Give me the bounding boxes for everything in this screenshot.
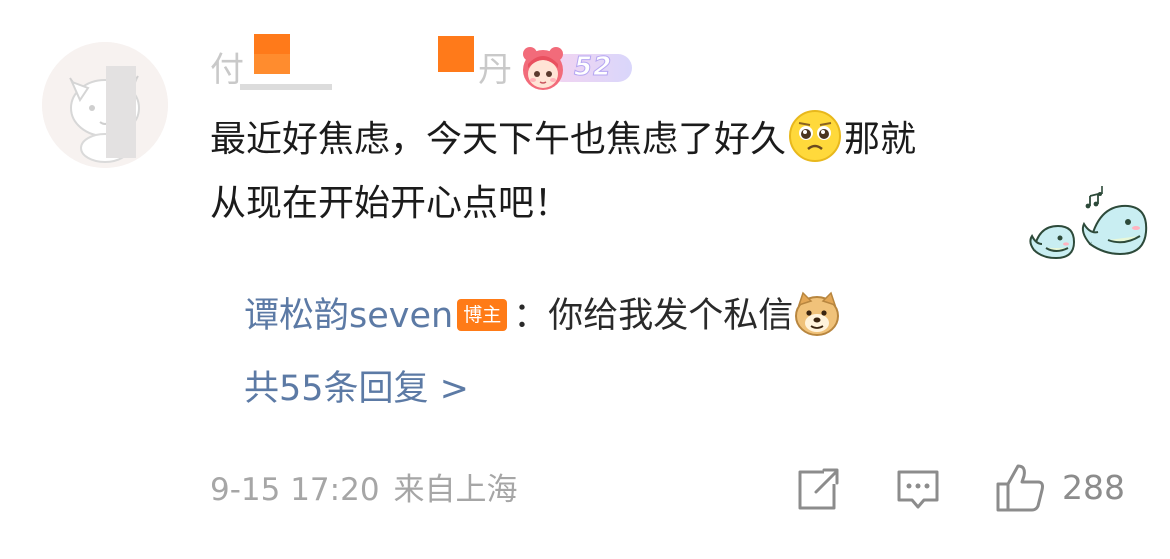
reply-author-link[interactable]: 谭松韵seven — [244, 296, 453, 336]
crying-face-icon — [789, 110, 842, 162]
cat-avatar-icon — [42, 42, 168, 168]
comment-line: 从现在开始开心点吧！ — [210, 183, 571, 224]
comment-button[interactable] — [894, 462, 942, 514]
username-mosaic — [240, 84, 332, 90]
username-mosaic — [438, 36, 474, 72]
view-all-replies-link[interactable]: 共55条回复 > — [244, 364, 469, 414]
fan-level-number: 52 — [573, 52, 613, 83]
comment-text-part: 那就 — [844, 119, 917, 160]
comment-card: 付 丹 52 最近好焦虑，今天下午也焦虑了好久 那就 从现在开始开心点吧！ 谭松… — [0, 0, 1170, 559]
share-icon — [798, 468, 839, 510]
like-count: 288 — [1062, 468, 1125, 507]
fan-girl-icon — [523, 47, 563, 90]
comment-location: 来自上海 — [393, 472, 518, 508]
avatar[interactable] — [42, 42, 168, 168]
share-button[interactable] — [794, 462, 840, 514]
thumbs-up-icon — [996, 464, 1044, 512]
comment-text-part: 最近好焦虑，今天下午也焦虑了好久 — [210, 119, 787, 160]
username-mosaic — [254, 54, 290, 74]
comment-time: 9-15 17:20 — [210, 472, 380, 508]
comment-line: 最近好焦虑，今天下午也焦虑了好久 那就 — [210, 108, 1110, 172]
comment-meta: 9-15 17:20 来自上海 — [210, 468, 518, 512]
username-suffix: 丹 — [478, 50, 512, 90]
whale-sticker-icon — [1029, 186, 1148, 260]
fan-level-badge[interactable]: 52 — [518, 44, 636, 92]
reply-text: 你给我发个私信 — [548, 296, 794, 336]
blogger-badge: 博主 — [457, 299, 508, 331]
doge-icon — [795, 291, 840, 336]
comment-icon — [897, 470, 939, 509]
username-prefix: 付 — [210, 50, 244, 90]
like-button[interactable]: 288 — [994, 462, 1134, 514]
comment-username[interactable]: 付 丹 — [210, 34, 512, 90]
reply-item[interactable]: 谭松韵seven 博主 ：你给我发个私信 — [244, 288, 841, 344]
comment-text: 最近好焦虑，今天下午也焦虑了好久 那就 从现在开始开心点吧！ — [210, 108, 1110, 236]
avatar-censor-mosaic — [106, 66, 136, 158]
reply-colon: ： — [513, 296, 549, 336]
